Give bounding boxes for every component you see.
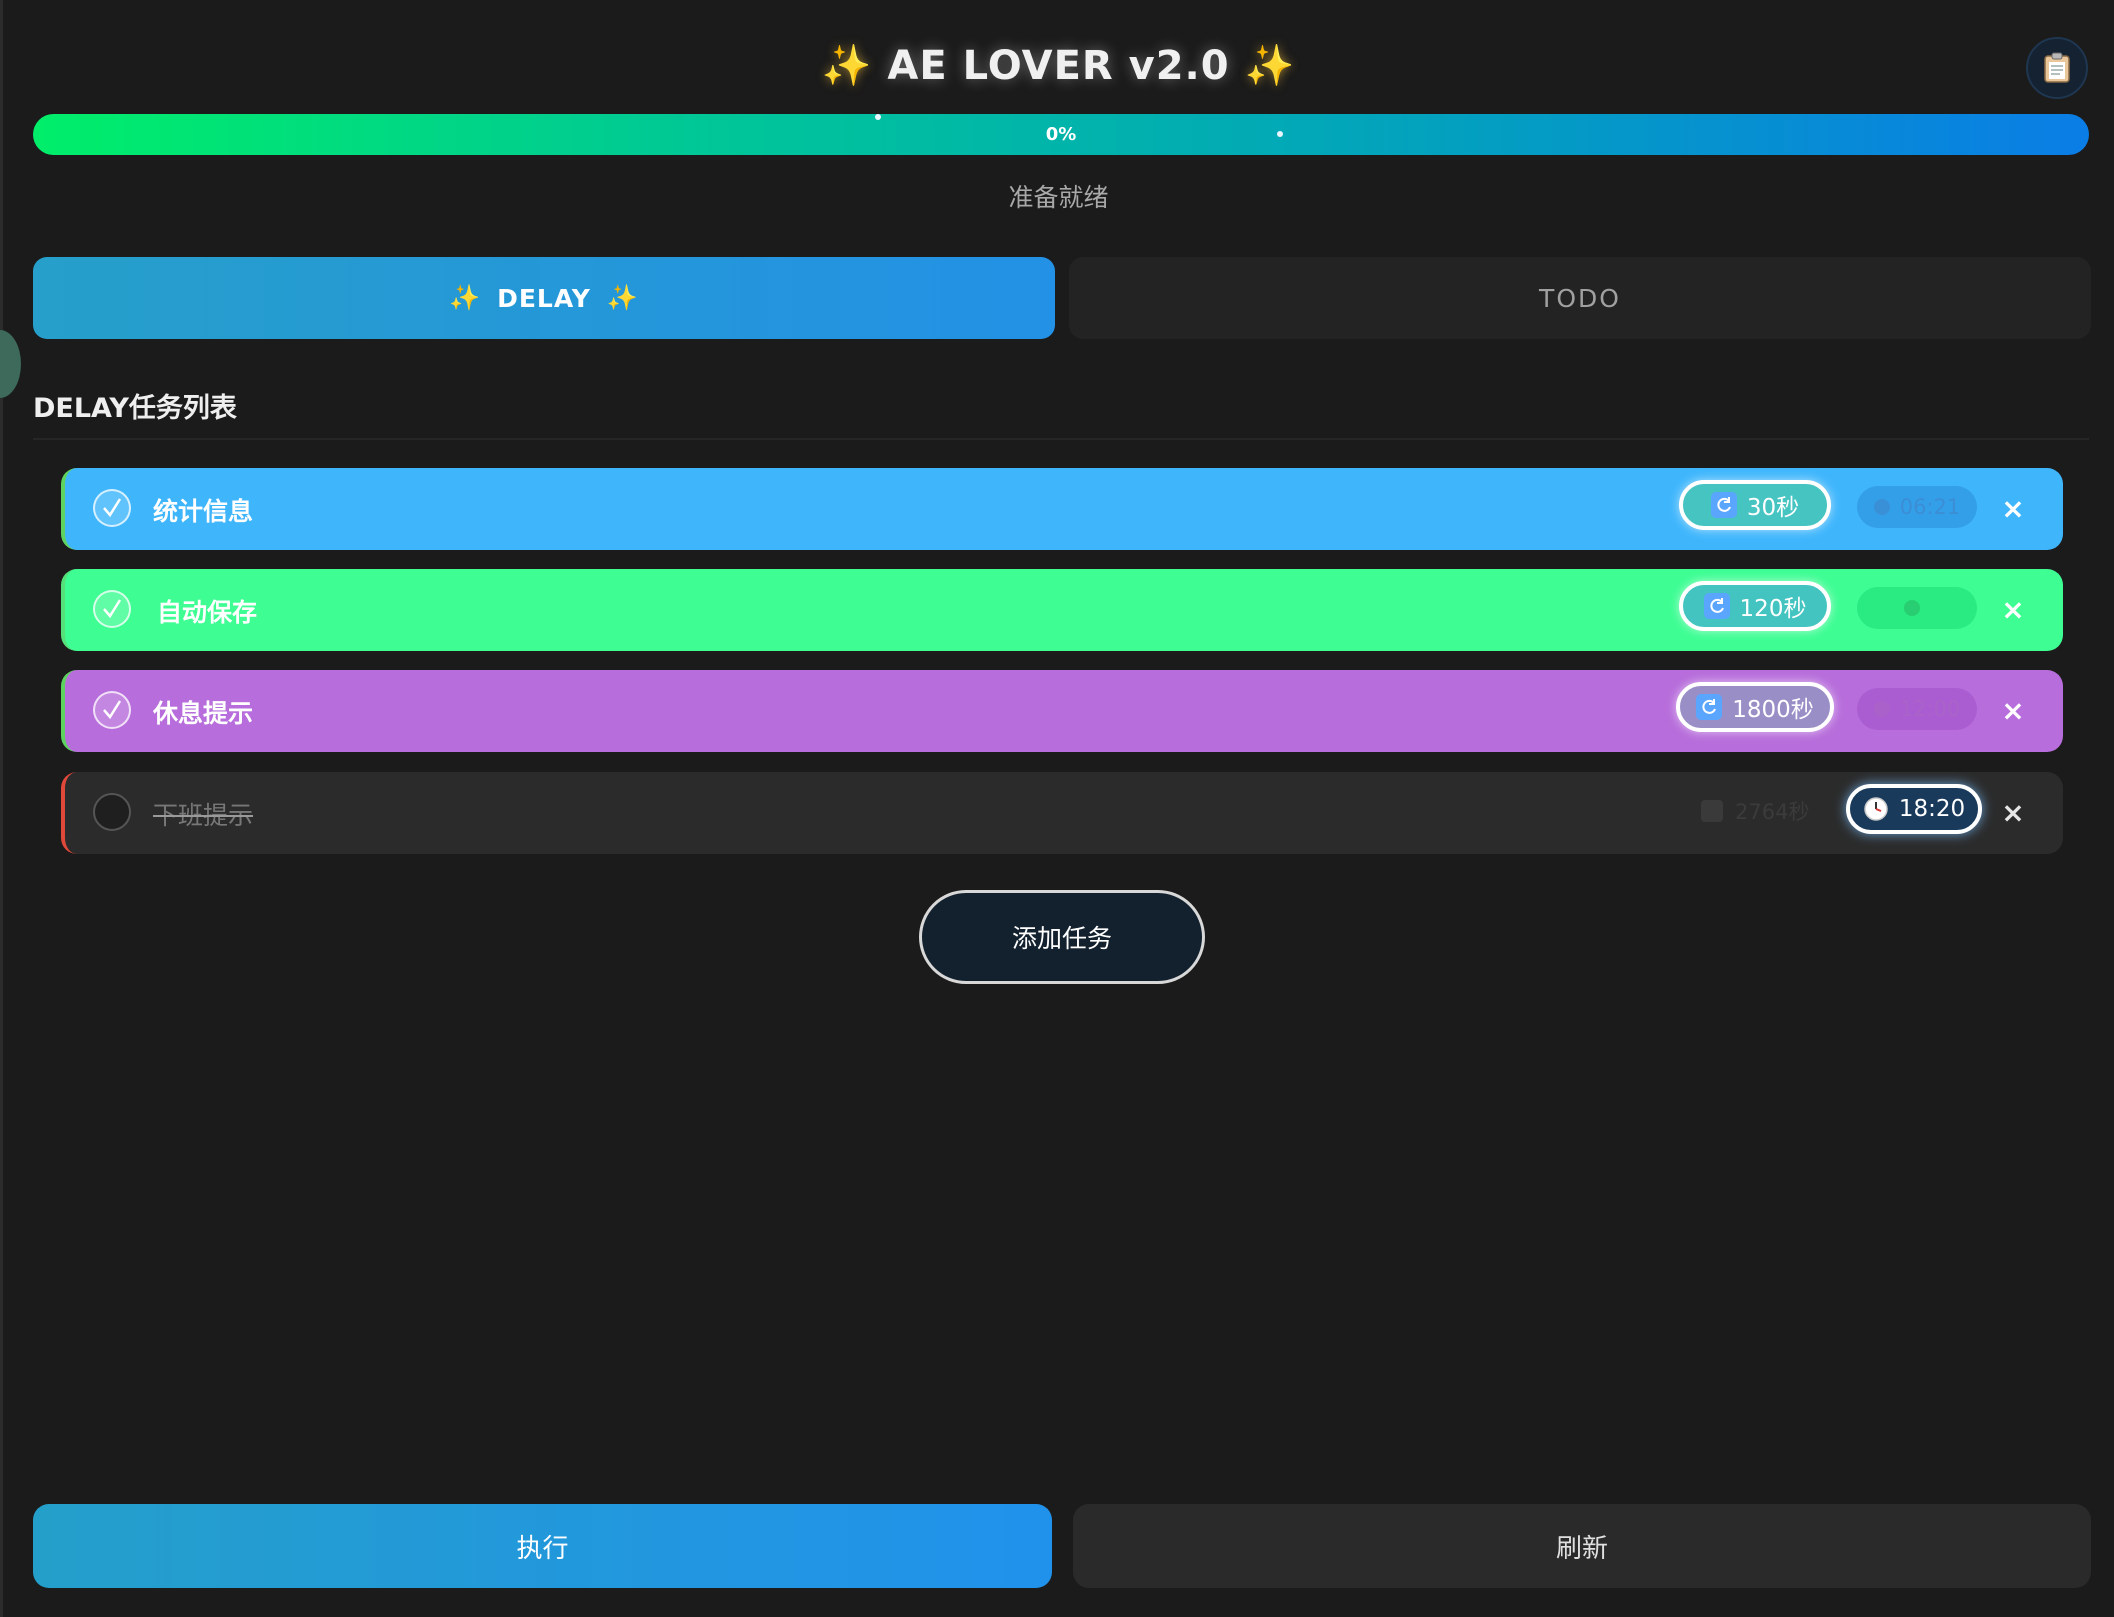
tab-delay-label: DELAY bbox=[497, 283, 591, 313]
task-row[interactable]: 休息提示 1800秒 12:00 × bbox=[61, 670, 2063, 752]
time-value: 18:20 bbox=[1898, 796, 1966, 822]
refresh-button[interactable]: 刷新 bbox=[1073, 1504, 2091, 1588]
page-title-text: AE LOVER v2.0 bbox=[887, 43, 1230, 89]
time-value: 12:00 bbox=[1899, 697, 1961, 721]
sparkle-icon: ✨ bbox=[606, 283, 640, 312]
interval-value: 120秒 bbox=[1739, 596, 1807, 622]
task-checkbox[interactable] bbox=[93, 691, 131, 729]
task-name: 下班提示 bbox=[153, 801, 254, 830]
check-icon bbox=[103, 498, 122, 518]
clock-icon bbox=[1873, 499, 1890, 515]
check-icon bbox=[103, 599, 122, 619]
task-name: 自动保存 bbox=[157, 598, 258, 627]
sparkle-icon: ✨ bbox=[448, 283, 482, 312]
section-title: DELAY任务列表 bbox=[33, 393, 237, 424]
time-badge[interactable]: 06:21 bbox=[1857, 486, 1977, 528]
status-text: 准备就绪 bbox=[1008, 183, 1109, 212]
time-badge[interactable]: 12:00 bbox=[1857, 688, 1977, 730]
sparkle-icon: ✨ bbox=[821, 43, 873, 89]
run-button[interactable]: 执行 bbox=[33, 1504, 1052, 1588]
task-name: 休息提示 bbox=[153, 699, 254, 728]
delete-task-button[interactable]: × bbox=[1995, 490, 2031, 526]
interval-badge[interactable]: 30秒 bbox=[1679, 480, 1831, 530]
time-value: 06:21 bbox=[1899, 495, 1961, 519]
delete-task-button[interactable]: × bbox=[1995, 794, 2031, 830]
interval-value: 2764秒 bbox=[1735, 800, 1810, 824]
tab-todo-label: TODO bbox=[1539, 283, 1621, 313]
interval-badge[interactable]: 1800秒 bbox=[1676, 682, 1834, 732]
side-handle[interactable] bbox=[0, 330, 21, 398]
clock-icon bbox=[1864, 797, 1888, 821]
task-checkbox[interactable] bbox=[93, 489, 131, 527]
app-window: ✨ AE LOVER v2.0 ✨ 0% 准备就绪 ✨ DELAY ✨ TODO… bbox=[0, 0, 2114, 1617]
clock-icon bbox=[1904, 600, 1920, 616]
clock-icon bbox=[1873, 701, 1890, 717]
divider bbox=[33, 438, 2089, 440]
add-task-button[interactable]: 添加任务 bbox=[919, 890, 1205, 984]
sparkle-icon: ✨ bbox=[1244, 43, 1296, 89]
refresh-icon bbox=[1696, 694, 1723, 720]
interval-badge[interactable]: 120秒 bbox=[1679, 581, 1831, 631]
task-row[interactable]: 自动保存 120秒 × bbox=[61, 569, 2063, 651]
task-checkbox[interactable] bbox=[93, 793, 131, 831]
refresh-icon bbox=[1710, 492, 1737, 518]
task-row[interactable]: 下班提示 2764秒 18:20 × bbox=[61, 772, 2063, 854]
refresh-icon bbox=[1703, 593, 1730, 619]
progress-bar: 0% bbox=[33, 114, 2089, 155]
progress-dot bbox=[875, 114, 881, 120]
interval-value: 1800秒 bbox=[1732, 697, 1814, 723]
time-badge[interactable] bbox=[1857, 587, 1977, 629]
interval-badge[interactable]: 2764秒 bbox=[1701, 796, 1809, 826]
tab-delay[interactable]: ✨ DELAY ✨ bbox=[33, 257, 1055, 339]
delete-task-button[interactable]: × bbox=[1995, 692, 2031, 728]
check-icon bbox=[103, 700, 122, 720]
task-name: 统计信息 bbox=[153, 497, 254, 526]
clipboard-button[interactable] bbox=[2026, 37, 2088, 99]
task-row[interactable]: 统计信息 30秒 06:21 × bbox=[61, 468, 2063, 550]
tab-todo[interactable]: TODO bbox=[1069, 257, 2091, 339]
clipboard-icon bbox=[2044, 52, 2070, 83]
page-title: ✨ AE LOVER v2.0 ✨ bbox=[3, 42, 2114, 89]
delete-task-button[interactable]: × bbox=[1995, 591, 2031, 627]
interval-value: 30秒 bbox=[1746, 495, 1800, 521]
refresh-icon bbox=[1701, 800, 1723, 822]
time-badge[interactable]: 18:20 bbox=[1846, 784, 1982, 834]
progress-percent: 0% bbox=[1045, 124, 1077, 145]
task-checkbox[interactable] bbox=[93, 590, 131, 628]
